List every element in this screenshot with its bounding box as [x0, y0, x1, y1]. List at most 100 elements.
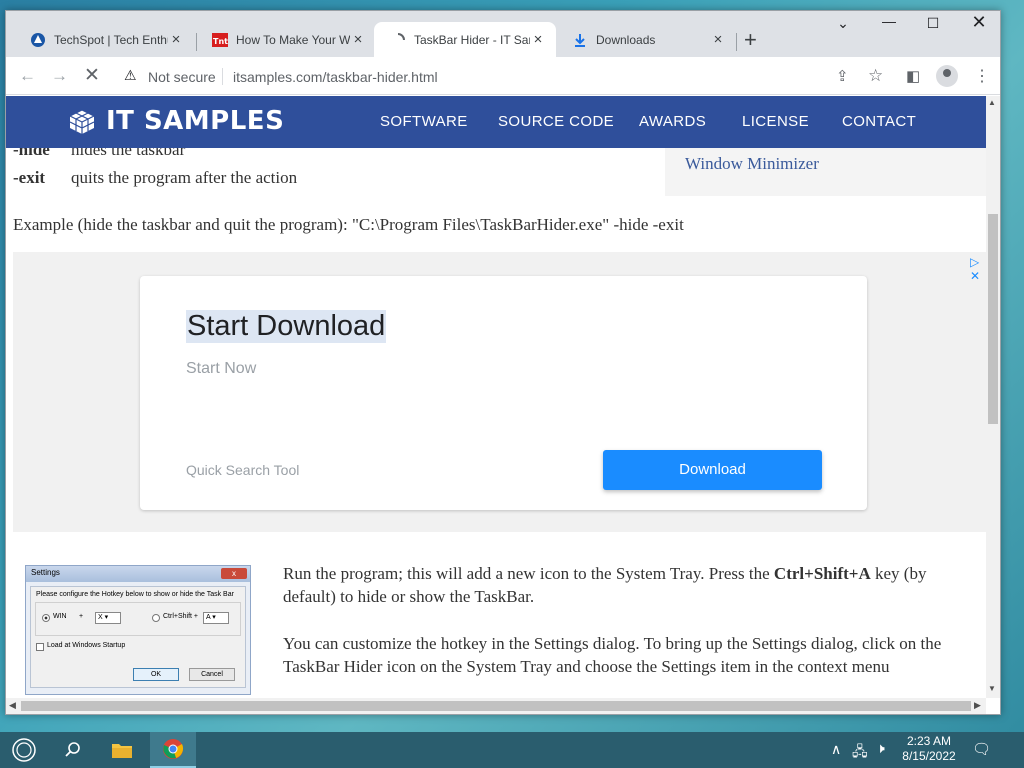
adchoices-icon[interactable]: ▷ ✕	[970, 255, 986, 283]
scroll-down-icon[interactable]: ▼	[988, 684, 996, 693]
dialog-ok-button: OK	[133, 668, 179, 681]
nav-source-code[interactable]: SOURCE CODE	[498, 113, 614, 130]
settings-dialog-screenshot: Settings x Please configure the Hotkey b…	[25, 565, 251, 695]
start-button[interactable]	[6, 732, 42, 768]
file-explorer-button[interactable]	[104, 732, 140, 768]
dialog-instruction: Please configure the Hotkey below to sho…	[36, 591, 234, 598]
side-panel-icon[interactable]: ◧	[906, 67, 920, 85]
forward-icon[interactable]: →	[51, 66, 68, 86]
new-tab-button[interactable]: +	[744, 29, 757, 51]
dialog-close-icon: x	[221, 568, 247, 579]
bookmark-star-icon[interactable]: ☆	[868, 66, 883, 86]
key2-select: A ▾	[203, 612, 229, 624]
startup-label: Load at Windows Startup	[47, 642, 126, 649]
nav-awards[interactable]: AWARDS	[639, 113, 706, 130]
start-icon	[12, 738, 36, 762]
back-icon[interactable]: ←	[19, 66, 36, 86]
dialog-titlebar: Settings x	[26, 566, 250, 582]
omnibox-divider	[222, 68, 223, 85]
address-bar[interactable]: ⚠ Not secure itsamples.com/taskbar-hider…	[116, 61, 868, 91]
paragraph-customize: You can customize the hotkey in the Sett…	[283, 634, 942, 676]
tab-how-to[interactable]: Tnt How To Make Your W ×	[196, 22, 376, 57]
plus-label: +	[79, 613, 84, 620]
option-row: -exit quits the program after the action	[13, 168, 297, 188]
svg-text:Tnt: Tnt	[213, 37, 228, 46]
search-icon	[65, 742, 80, 757]
network-icon[interactable]: 🖧	[852, 741, 868, 765]
para1-text: Run the program; this will add a new ico…	[283, 564, 774, 583]
tab-search-icon[interactable]: ⌄	[820, 15, 866, 32]
site-logo[interactable]: IT SAMPLES	[106, 106, 284, 136]
ad-subtitle: Start Now	[186, 360, 257, 377]
browser-toolbar: ← → ✕ ⚠ Not secure itsamples.com/taskbar…	[6, 57, 1000, 95]
ad-title[interactable]: Start Download	[186, 310, 387, 343]
folder-icon	[112, 744, 132, 758]
page-viewport: IT SAMPLES SOFTWARE SOURCE CODE AWARDS L…	[6, 96, 986, 698]
site-header: IT SAMPLES SOFTWARE SOURCE CODE AWARDS L…	[6, 96, 986, 148]
taskbar-clock[interactable]: 2:23 AM 8/15/2022	[896, 734, 962, 764]
loading-icon	[390, 32, 406, 48]
close-icon[interactable]: ×	[350, 31, 366, 48]
chrome-taskbar-button[interactable]	[150, 732, 196, 768]
nav-contact[interactable]: CONTACT	[842, 113, 916, 130]
chrome-icon	[163, 739, 184, 759]
maximize-button[interactable]: ☐	[910, 15, 956, 32]
security-label[interactable]: Not secure	[148, 69, 216, 85]
warning-icon[interactable]: ⚠	[124, 67, 137, 84]
option-desc: quits the program after the action	[71, 168, 298, 187]
clock-date: 8/15/2022	[902, 749, 956, 763]
browser-window: TechSpot | Tech Enthu × Tnt How To Make …	[5, 10, 1001, 715]
close-icon[interactable]: ×	[530, 31, 546, 48]
radio-win	[42, 614, 50, 622]
dialog-body: Please configure the Hotkey below to sho…	[30, 586, 246, 688]
key1-select: X ▾	[95, 612, 121, 624]
techspot-icon	[30, 32, 46, 48]
ad-banner: ▷ ✕ Start Download Start Now Quick Searc…	[13, 252, 986, 532]
tab-downloads[interactable]: Downloads ×	[556, 22, 736, 57]
volume-icon[interactable]: 🕨	[876, 740, 885, 757]
windows-taskbar: ∧ 🖧 🕨 2:23 AM 8/15/2022 🗨	[0, 732, 1024, 768]
startup-checkbox	[36, 643, 44, 651]
download-icon	[572, 32, 588, 48]
window-close-button[interactable]: ✕	[956, 12, 1000, 33]
close-icon[interactable]: ×	[168, 31, 184, 48]
tab-separator	[736, 33, 737, 51]
sidebar-link-window-minimizer[interactable]: Window Minimizer	[685, 154, 819, 174]
key1-value: X	[98, 614, 103, 621]
close-icon[interactable]: ×	[710, 31, 726, 48]
horizontal-scroll-thumb[interactable]	[21, 701, 971, 711]
hotkey-text: Ctrl+Shift+A	[773, 564, 871, 583]
minimize-button[interactable]: —	[866, 13, 912, 29]
scroll-right-icon[interactable]: ▶	[974, 700, 981, 711]
menu-dots-icon[interactable]: ⋮	[974, 66, 990, 86]
ctrlshift-label: Ctrl+Shift +	[163, 613, 199, 620]
profile-avatar[interactable]	[936, 65, 958, 87]
dialog-title: Settings	[31, 568, 60, 577]
nav-license[interactable]: LICENSE	[742, 113, 809, 130]
nav-software[interactable]: SOFTWARE	[380, 113, 468, 130]
tab-techspot[interactable]: TechSpot | Tech Enthu ×	[14, 22, 194, 57]
ad-download-button[interactable]: Download	[603, 450, 822, 490]
ad-card[interactable]: Start Download Start Now Quick Search To…	[140, 276, 867, 510]
search-button[interactable]	[55, 732, 91, 768]
radio-ctrlshift	[152, 614, 160, 622]
logo-cube-icon[interactable]	[68, 108, 96, 136]
share-icon[interactable]: ⇪	[836, 67, 849, 85]
chevron-up-icon[interactable]: ∧	[831, 741, 841, 758]
tab-strip: TechSpot | Tech Enthu × Tnt How To Make …	[6, 11, 1000, 57]
paragraph-run-program: Run the program; this will add a new ico…	[283, 562, 983, 608]
option-key: -exit	[13, 168, 46, 187]
win-label: WIN	[53, 613, 67, 620]
vertical-scroll-thumb[interactable]	[988, 214, 998, 424]
clock-time: 2:23 AM	[906, 734, 952, 748]
stop-icon[interactable]: ✕	[84, 64, 100, 87]
notification-icon[interactable]: 🗨	[972, 740, 991, 758]
url-text[interactable]: itsamples.com/taskbar-hider.html	[233, 69, 438, 85]
key2-value: A	[206, 614, 211, 621]
vertical-scrollbar[interactable]: ▲ ▼	[986, 96, 1000, 698]
tab-taskbar-hider[interactable]: TaskBar Hider - IT San ×	[374, 22, 556, 57]
tnt-icon: Tnt	[212, 32, 228, 48]
scroll-left-icon[interactable]: ◀	[9, 700, 16, 711]
scroll-up-icon[interactable]: ▲	[988, 98, 996, 107]
horizontal-scrollbar[interactable]: ◀ ▶	[6, 698, 986, 714]
